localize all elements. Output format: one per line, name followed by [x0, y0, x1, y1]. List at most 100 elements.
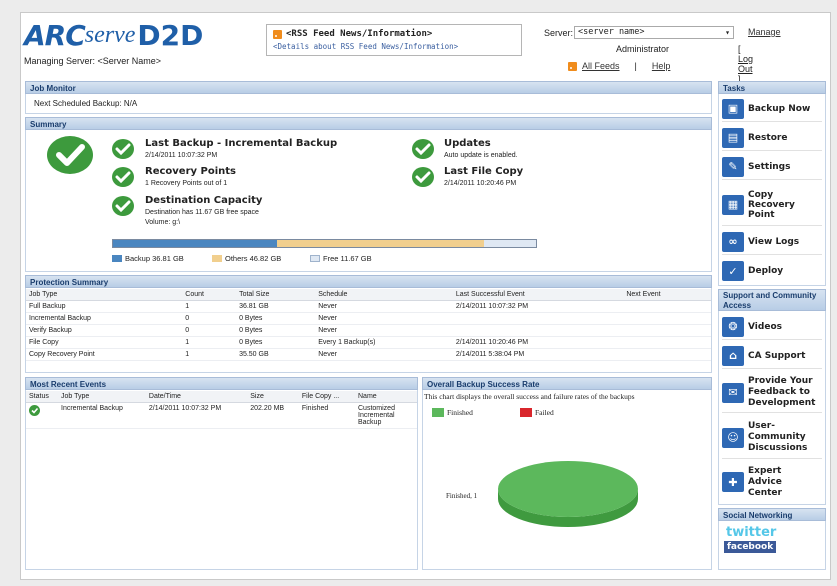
legend-free: Free 11.67 GB — [310, 254, 372, 263]
table-cell — [623, 348, 711, 361]
legend-others-swatch — [212, 255, 222, 262]
overall-status-check-icon — [47, 136, 93, 174]
job-monitor-header: Job Monitor — [25, 81, 712, 94]
social-header: Social Networking — [718, 508, 826, 521]
tasks-header: Tasks — [718, 81, 826, 94]
recent-events-header: Most Recent Events — [25, 377, 418, 390]
column-header[interactable]: Job Type — [26, 289, 183, 301]
help-link[interactable]: Help — [652, 61, 671, 71]
table-cell — [623, 312, 711, 325]
table-row[interactable]: Full Backup 1 36.81 GB Never 2/14/2011 10:07… — [26, 300, 711, 313]
backup-icon: ▣ — [722, 98, 744, 119]
feeds-bar: All Feeds | Help — [568, 61, 670, 71]
server-label: Server: — [544, 28, 574, 38]
backup-now-label: Backup Now — [748, 103, 811, 114]
status-finished-icon — [29, 405, 40, 416]
table-cell: Never — [315, 312, 453, 325]
all-feeds-link[interactable]: All Feeds — [582, 61, 620, 71]
restore-label: Restore — [748, 132, 788, 143]
last-file-copy-time: 2/14/2011 10:20:46 PM — [444, 180, 517, 187]
chevron-down-icon: ▾ — [725, 28, 730, 37]
last-backup-time: 2/14/2011 10:07:32 PM — [145, 152, 218, 159]
recovery-points-title: Recovery Points — [145, 166, 236, 177]
table-cell: Never — [315, 348, 453, 361]
table-cell: 1 — [182, 300, 237, 313]
table-cell — [452, 324, 624, 337]
rss-icon — [568, 61, 577, 71]
job-monitor-body: Next Scheduled Backup: N/A — [25, 94, 712, 114]
support-header: Support and Community Access — [718, 289, 826, 311]
user-community-button[interactable]: ☺ User-Community Discussions — [722, 417, 822, 459]
event-job-type: Incremental Backup — [58, 402, 146, 429]
table-row[interactable]: Incremental Backup 2/14/2011 10:07:32 PM… — [26, 402, 417, 429]
grid-icon: ▦ — [722, 194, 744, 215]
column-header[interactable]: Status — [26, 391, 58, 403]
updates-sub: Auto update is enabled. — [444, 152, 518, 159]
table-row[interactable]: Copy Recovery Point 1 35.50 GB Never 2/14/20… — [26, 348, 711, 361]
table-cell: 2/14/2011 10:07:32 PM — [452, 300, 624, 313]
view-logs-button[interactable]: ∞ View Logs — [722, 229, 822, 255]
table-cell: 0 Bytes — [236, 324, 316, 337]
table-cell: 0 — [182, 324, 237, 337]
manage-link[interactable]: Manage — [748, 27, 781, 37]
column-header[interactable]: Size — [247, 391, 299, 403]
twitter-link[interactable]: twitter — [726, 525, 776, 540]
destination-capacity-check-icon — [112, 196, 134, 216]
column-header[interactable]: Name — [355, 391, 417, 403]
arcserve-logo: ARC serve D2D — [24, 18, 203, 52]
settings-button[interactable]: ✎ Settings — [722, 154, 822, 180]
success-rate-description: This chart displays the overall success … — [424, 392, 635, 401]
backup-now-button[interactable]: ▣ Backup Now — [722, 96, 822, 122]
expert-advice-button[interactable]: ✚ Expert Advice Center — [722, 462, 822, 502]
table-cell: Full Backup — [26, 300, 183, 313]
table-cell: 0 Bytes — [236, 336, 316, 349]
rss-feed-box[interactable]: <RSS Feed News/Information> <Details abo… — [266, 24, 522, 56]
table-row[interactable]: Verify Backup 0 0 Bytes Never — [26, 324, 711, 337]
pie-label: Finished, 1 — [446, 492, 478, 500]
rss-title[interactable]: <RSS Feed News/Information> — [286, 29, 432, 39]
next-backup-text: Next Scheduled Backup: N/A — [34, 99, 138, 108]
column-header[interactable]: Schedule — [315, 289, 453, 301]
legend-others-label: Others 46.82 GB — [225, 254, 282, 263]
deploy-label: Deploy — [748, 266, 784, 276]
column-header[interactable]: Job Type — [58, 391, 146, 403]
deploy-button[interactable]: ✓ Deploy — [722, 258, 822, 284]
column-header[interactable]: Date/Time — [145, 391, 248, 403]
restore-button[interactable]: ▤ Restore — [722, 125, 822, 151]
success-rate-pie — [498, 461, 638, 527]
table-row[interactable]: Incremental Backup 0 0 Bytes Never — [26, 312, 711, 325]
feedback-button[interactable]: ✉ Provide Your Feedback to Development — [722, 373, 822, 413]
videos-button[interactable]: ❂ Videos — [722, 314, 822, 340]
column-header[interactable]: File Copy ... — [298, 391, 355, 403]
legend-free-swatch — [310, 255, 320, 262]
destination-capacity-title: Destination Capacity — [145, 195, 263, 206]
server-select-value: <server name> — [578, 27, 645, 37]
logout-link[interactable]: [ Log Out ] — [738, 44, 753, 84]
ca-support-label: CA Support — [748, 350, 806, 361]
user-community-label: User-Community Discussions — [748, 421, 808, 453]
table-cell: 1 — [182, 336, 237, 349]
column-header[interactable]: Last Successful Event — [452, 289, 624, 301]
view-logs-icon: ∞ — [722, 231, 744, 252]
table-cell: 2/14/2011 10:20:46 PM — [452, 336, 624, 349]
last-backup-title: Last Backup - Incremental Backup — [145, 138, 338, 149]
event-name: Customized Incremental Backup — [355, 402, 417, 429]
facebook-link[interactable]: facebook — [724, 541, 776, 553]
ca-support-button[interactable]: ⌂ CA Support — [722, 343, 822, 369]
event-file-copy: Finished — [298, 402, 355, 429]
rss-details[interactable]: <Details about RSS Feed News/Information… — [273, 42, 515, 51]
server-select[interactable]: <server name> ▾ — [574, 26, 734, 39]
column-header[interactable]: Count — [182, 289, 237, 301]
copy-recovery-point-button[interactable]: ▦ Copy Recovery Point — [722, 184, 822, 226]
event-datetime: 2/14/2011 10:07:32 PM — [145, 402, 248, 429]
expert-advice-label: Expert Advice Center — [748, 465, 782, 498]
logo-arc: ARC — [24, 18, 86, 52]
logo-serve: serve — [84, 21, 136, 48]
column-header[interactable]: Next Event — [623, 289, 711, 301]
restore-icon: ▤ — [722, 127, 744, 148]
table-row[interactable]: File Copy 1 0 Bytes Every 1 Backup(s) 2/14/2… — [26, 336, 711, 349]
feeds-separator: | — [634, 61, 637, 71]
destination-volume: Volume: g:\ — [145, 219, 181, 226]
table-cell — [452, 312, 624, 325]
column-header[interactable]: Total Size — [236, 289, 316, 301]
